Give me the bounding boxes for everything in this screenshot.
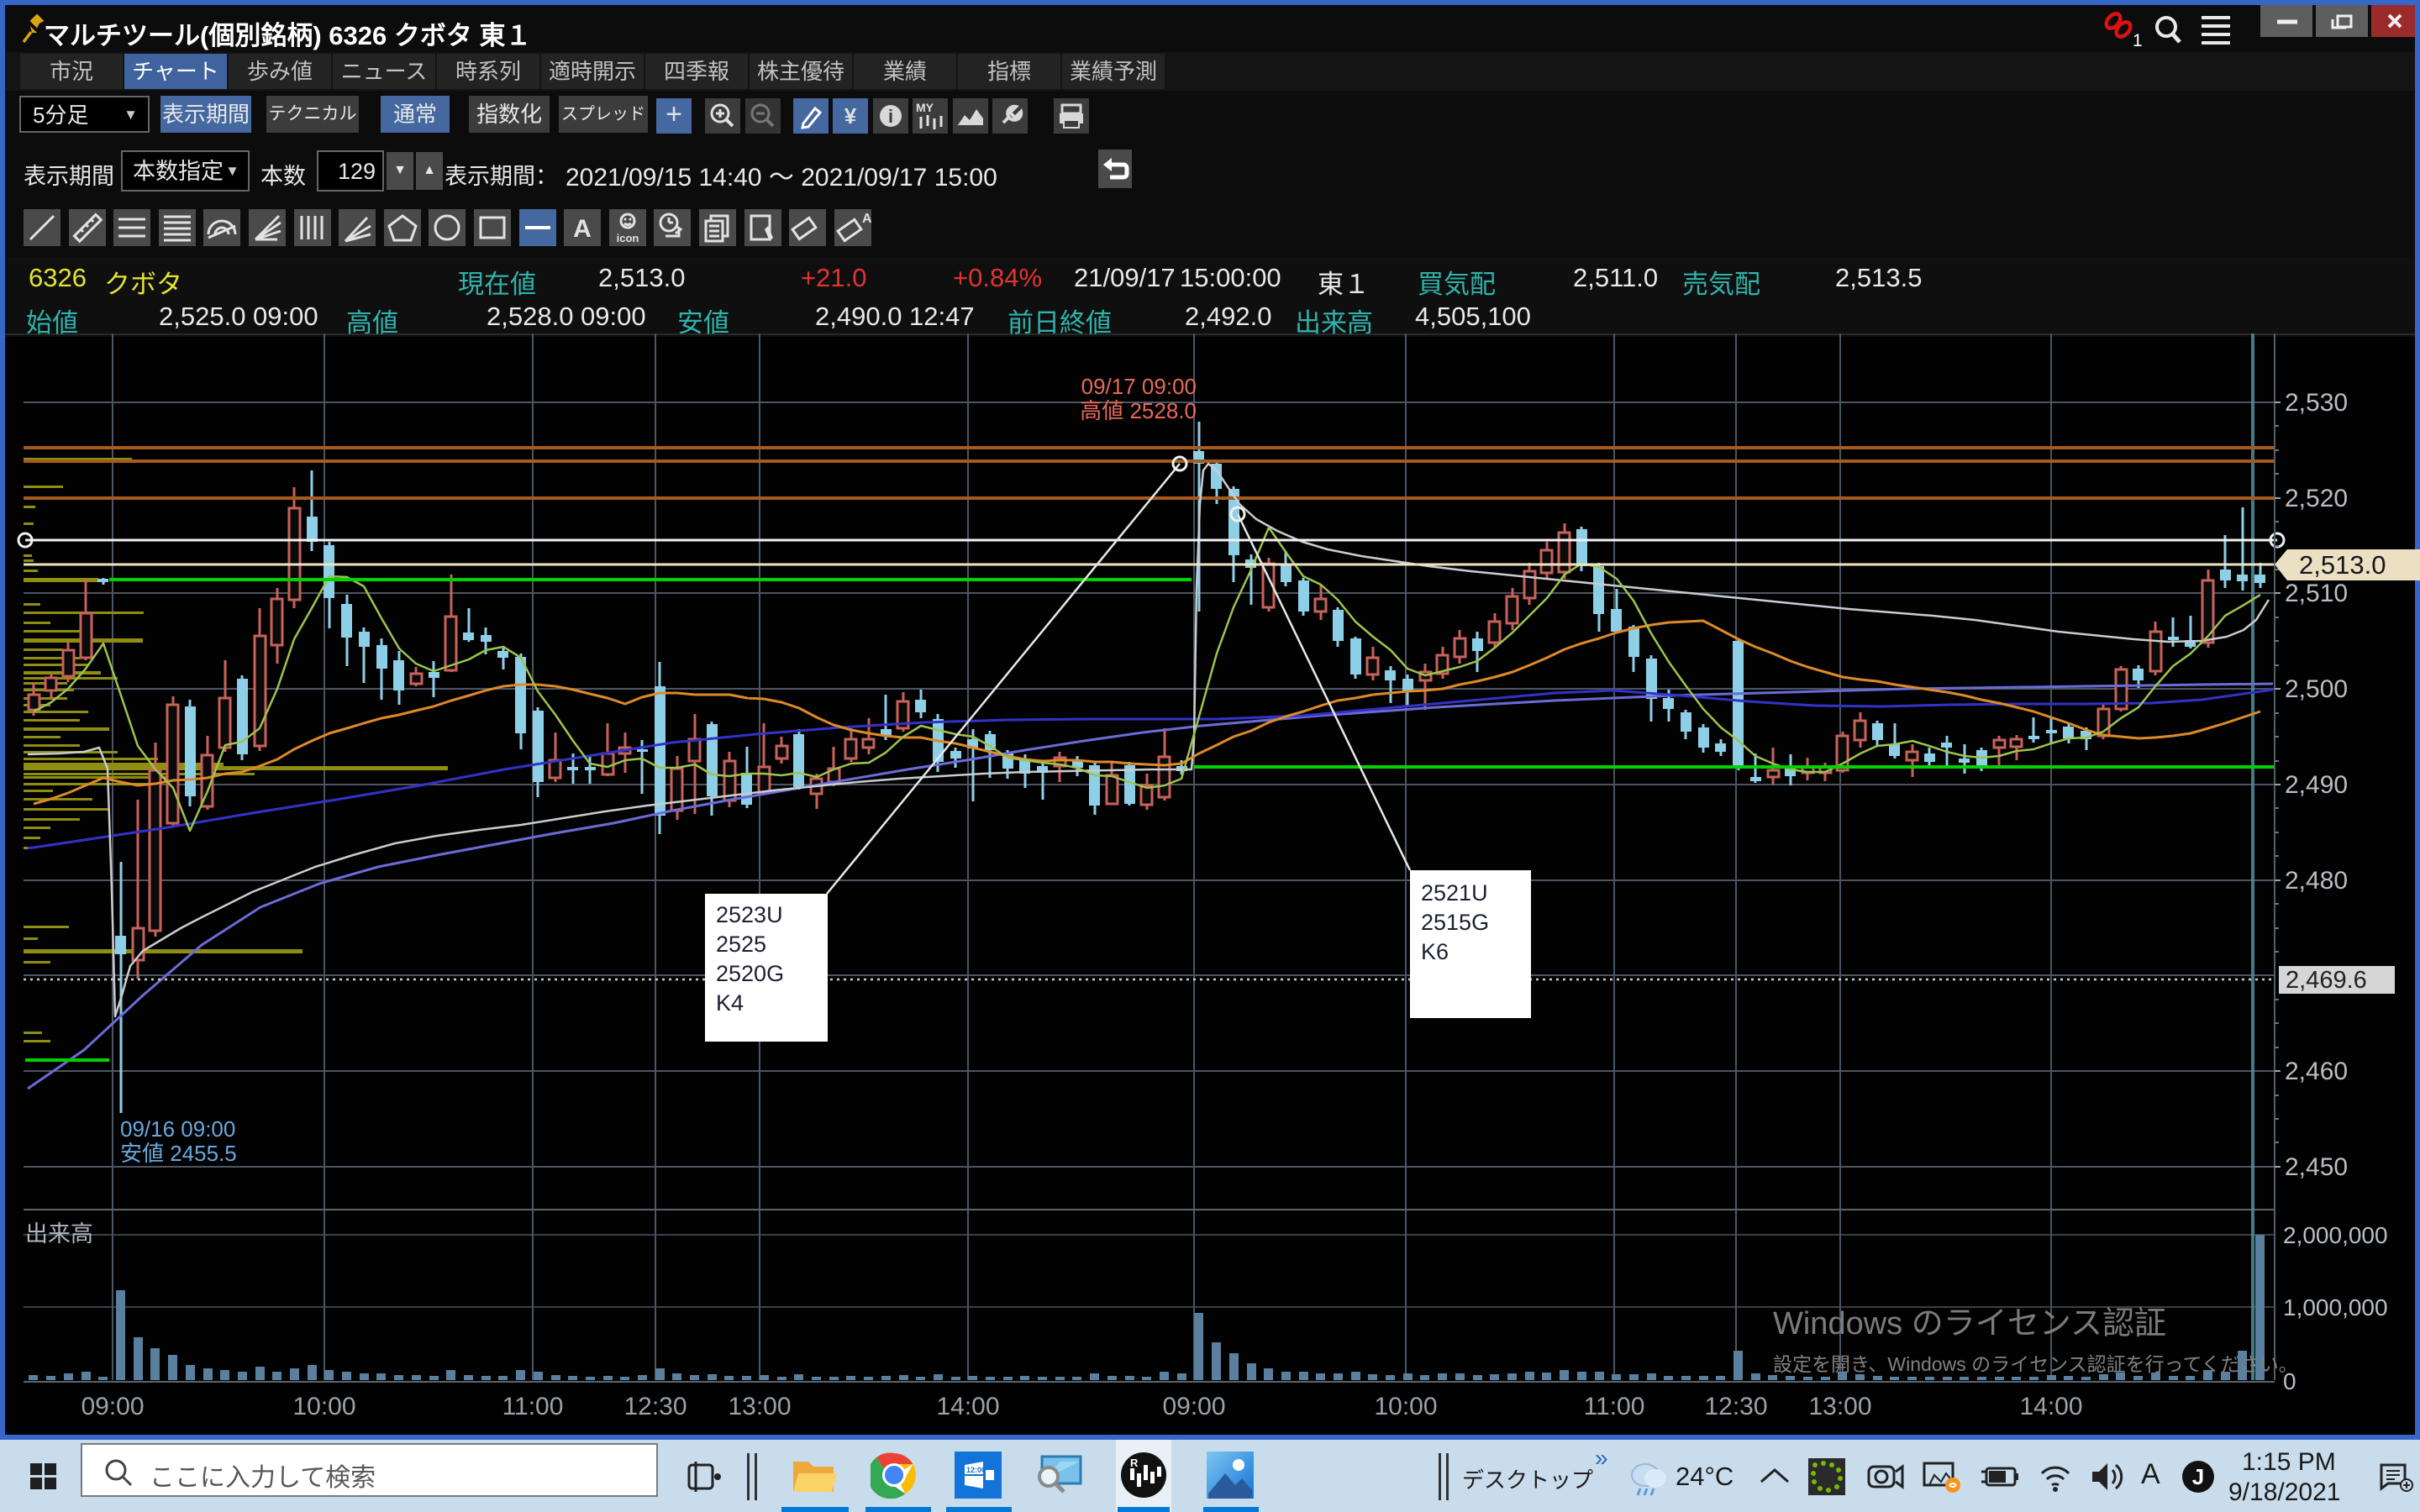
svg-text:12:00: 12:00 — [966, 1466, 986, 1474]
svg-text:R: R — [1130, 1457, 1139, 1469]
svg-text:A: A — [862, 212, 871, 226]
svg-text:icon: icon — [617, 232, 639, 244]
svg-text:MY: MY — [916, 101, 934, 114]
svg-text:i: i — [888, 106, 893, 127]
svg-text:1: 1 — [2133, 31, 2143, 47]
svg-text:A: A — [573, 215, 592, 243]
svg-text:J: J — [2192, 1464, 2204, 1489]
